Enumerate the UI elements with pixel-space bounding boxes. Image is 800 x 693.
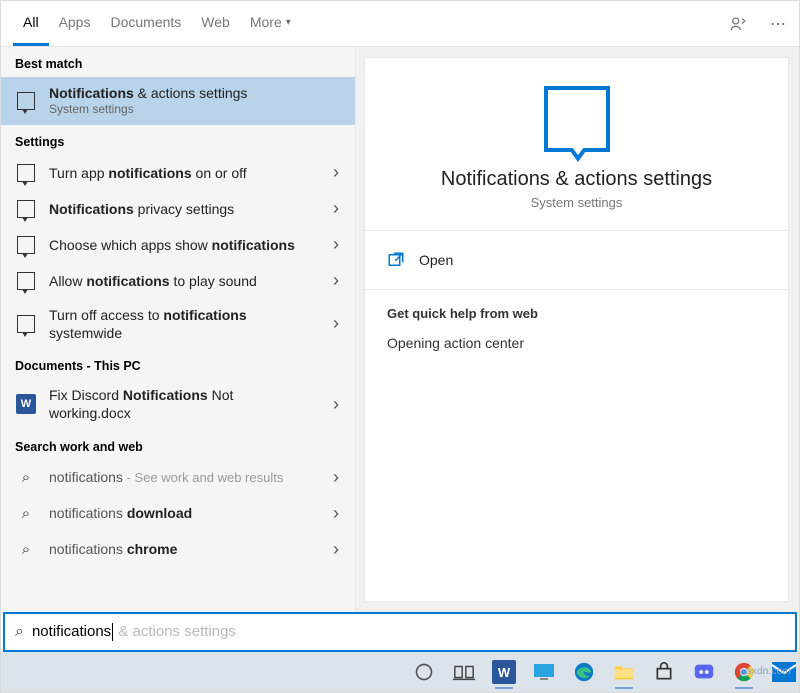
more-options-icon[interactable]: ⋯ — [769, 15, 787, 33]
notifications-icon — [15, 234, 37, 256]
chevron-right-icon: › — [327, 162, 345, 183]
watermark: wsxdn.com — [739, 666, 791, 677]
tab-more[interactable]: More▾ — [240, 1, 301, 46]
tab-all[interactable]: All — [13, 1, 49, 46]
chevron-down-icon: ▾ — [286, 17, 291, 28]
result-web-2[interactable]: ⌕ notifications chrome › — [1, 532, 355, 568]
chevron-right-icon: › — [327, 539, 345, 560]
result-best-match[interactable]: Notifications & actions settings System … — [1, 77, 355, 125]
preview-title: Notifications & actions settings — [441, 168, 712, 191]
section-best-match: Best match — [1, 47, 355, 77]
open-icon — [387, 251, 405, 269]
search-box[interactable]: ⌕ notifications & actions settings — [3, 612, 797, 652]
section-documents: Documents - This PC — [1, 349, 355, 379]
result-settings-2[interactable]: Choose which apps show notifications › — [1, 227, 355, 263]
chevron-right-icon: › — [327, 313, 345, 334]
taskbar-explorer-icon[interactable] — [609, 655, 639, 689]
chevron-right-icon: › — [327, 503, 345, 524]
filter-tabs: All Apps Documents Web More▾ ⋯ — [1, 1, 799, 47]
search-input[interactable]: notifications & actions settings — [32, 623, 236, 641]
search-icon: ⌕ — [15, 623, 24, 641]
tab-apps[interactable]: Apps — [49, 1, 101, 46]
chevron-right-icon: › — [327, 394, 345, 415]
chevron-right-icon: › — [327, 234, 345, 255]
notifications-icon — [15, 270, 37, 292]
taskbar: W wsxdn.com — [1, 652, 799, 692]
result-settings-0[interactable]: Turn app notifications on or off › — [1, 155, 355, 191]
notifications-icon — [15, 198, 37, 220]
section-work-web: Search work and web — [1, 430, 355, 460]
taskbar-cortana-icon[interactable] — [409, 655, 439, 689]
tab-documents[interactable]: Documents — [100, 1, 191, 46]
tab-web[interactable]: Web — [191, 1, 240, 46]
preview-subtitle: System settings — [531, 195, 623, 210]
notifications-icon — [15, 90, 37, 112]
section-settings: Settings — [1, 125, 355, 155]
result-web-0[interactable]: ⌕ notifications - See work and web resul… — [1, 460, 355, 496]
notifications-large-icon — [544, 86, 610, 152]
result-settings-4[interactable]: Turn off access to notifications systemw… — [1, 299, 355, 349]
feedback-icon[interactable] — [729, 15, 747, 33]
help-link-action-center[interactable]: Opening action center — [387, 321, 766, 351]
results-pane: Best match Notifications & actions setti… — [1, 47, 356, 612]
taskbar-desktop-icon[interactable] — [529, 655, 559, 689]
result-settings-3[interactable]: Allow notifications to play sound › — [1, 263, 355, 299]
chevron-right-icon: › — [327, 467, 345, 488]
result-settings-1[interactable]: Notifications privacy settings › — [1, 191, 355, 227]
result-web-1[interactable]: ⌕ notifications download › — [1, 496, 355, 532]
search-icon: ⌕ — [15, 503, 37, 525]
notifications-icon — [15, 313, 37, 335]
taskbar-taskview-icon[interactable] — [449, 655, 479, 689]
taskbar-discord-icon[interactable] — [689, 655, 719, 689]
taskbar-edge-icon[interactable] — [569, 655, 599, 689]
open-button[interactable]: Open — [365, 237, 788, 283]
chevron-right-icon: › — [327, 198, 345, 219]
taskbar-store-icon[interactable] — [649, 655, 679, 689]
word-file-icon: W — [15, 393, 37, 415]
result-document-0[interactable]: W Fix Discord Notifications Not working.… — [1, 379, 355, 429]
chevron-right-icon: › — [327, 270, 345, 291]
search-icon: ⌕ — [15, 467, 37, 489]
notifications-icon — [15, 162, 37, 184]
search-icon: ⌕ — [15, 539, 37, 561]
preview-pane: Notifications & actions settings System … — [364, 57, 789, 602]
taskbar-word-icon[interactable]: W — [489, 655, 519, 689]
help-header: Get quick help from web — [387, 306, 766, 321]
